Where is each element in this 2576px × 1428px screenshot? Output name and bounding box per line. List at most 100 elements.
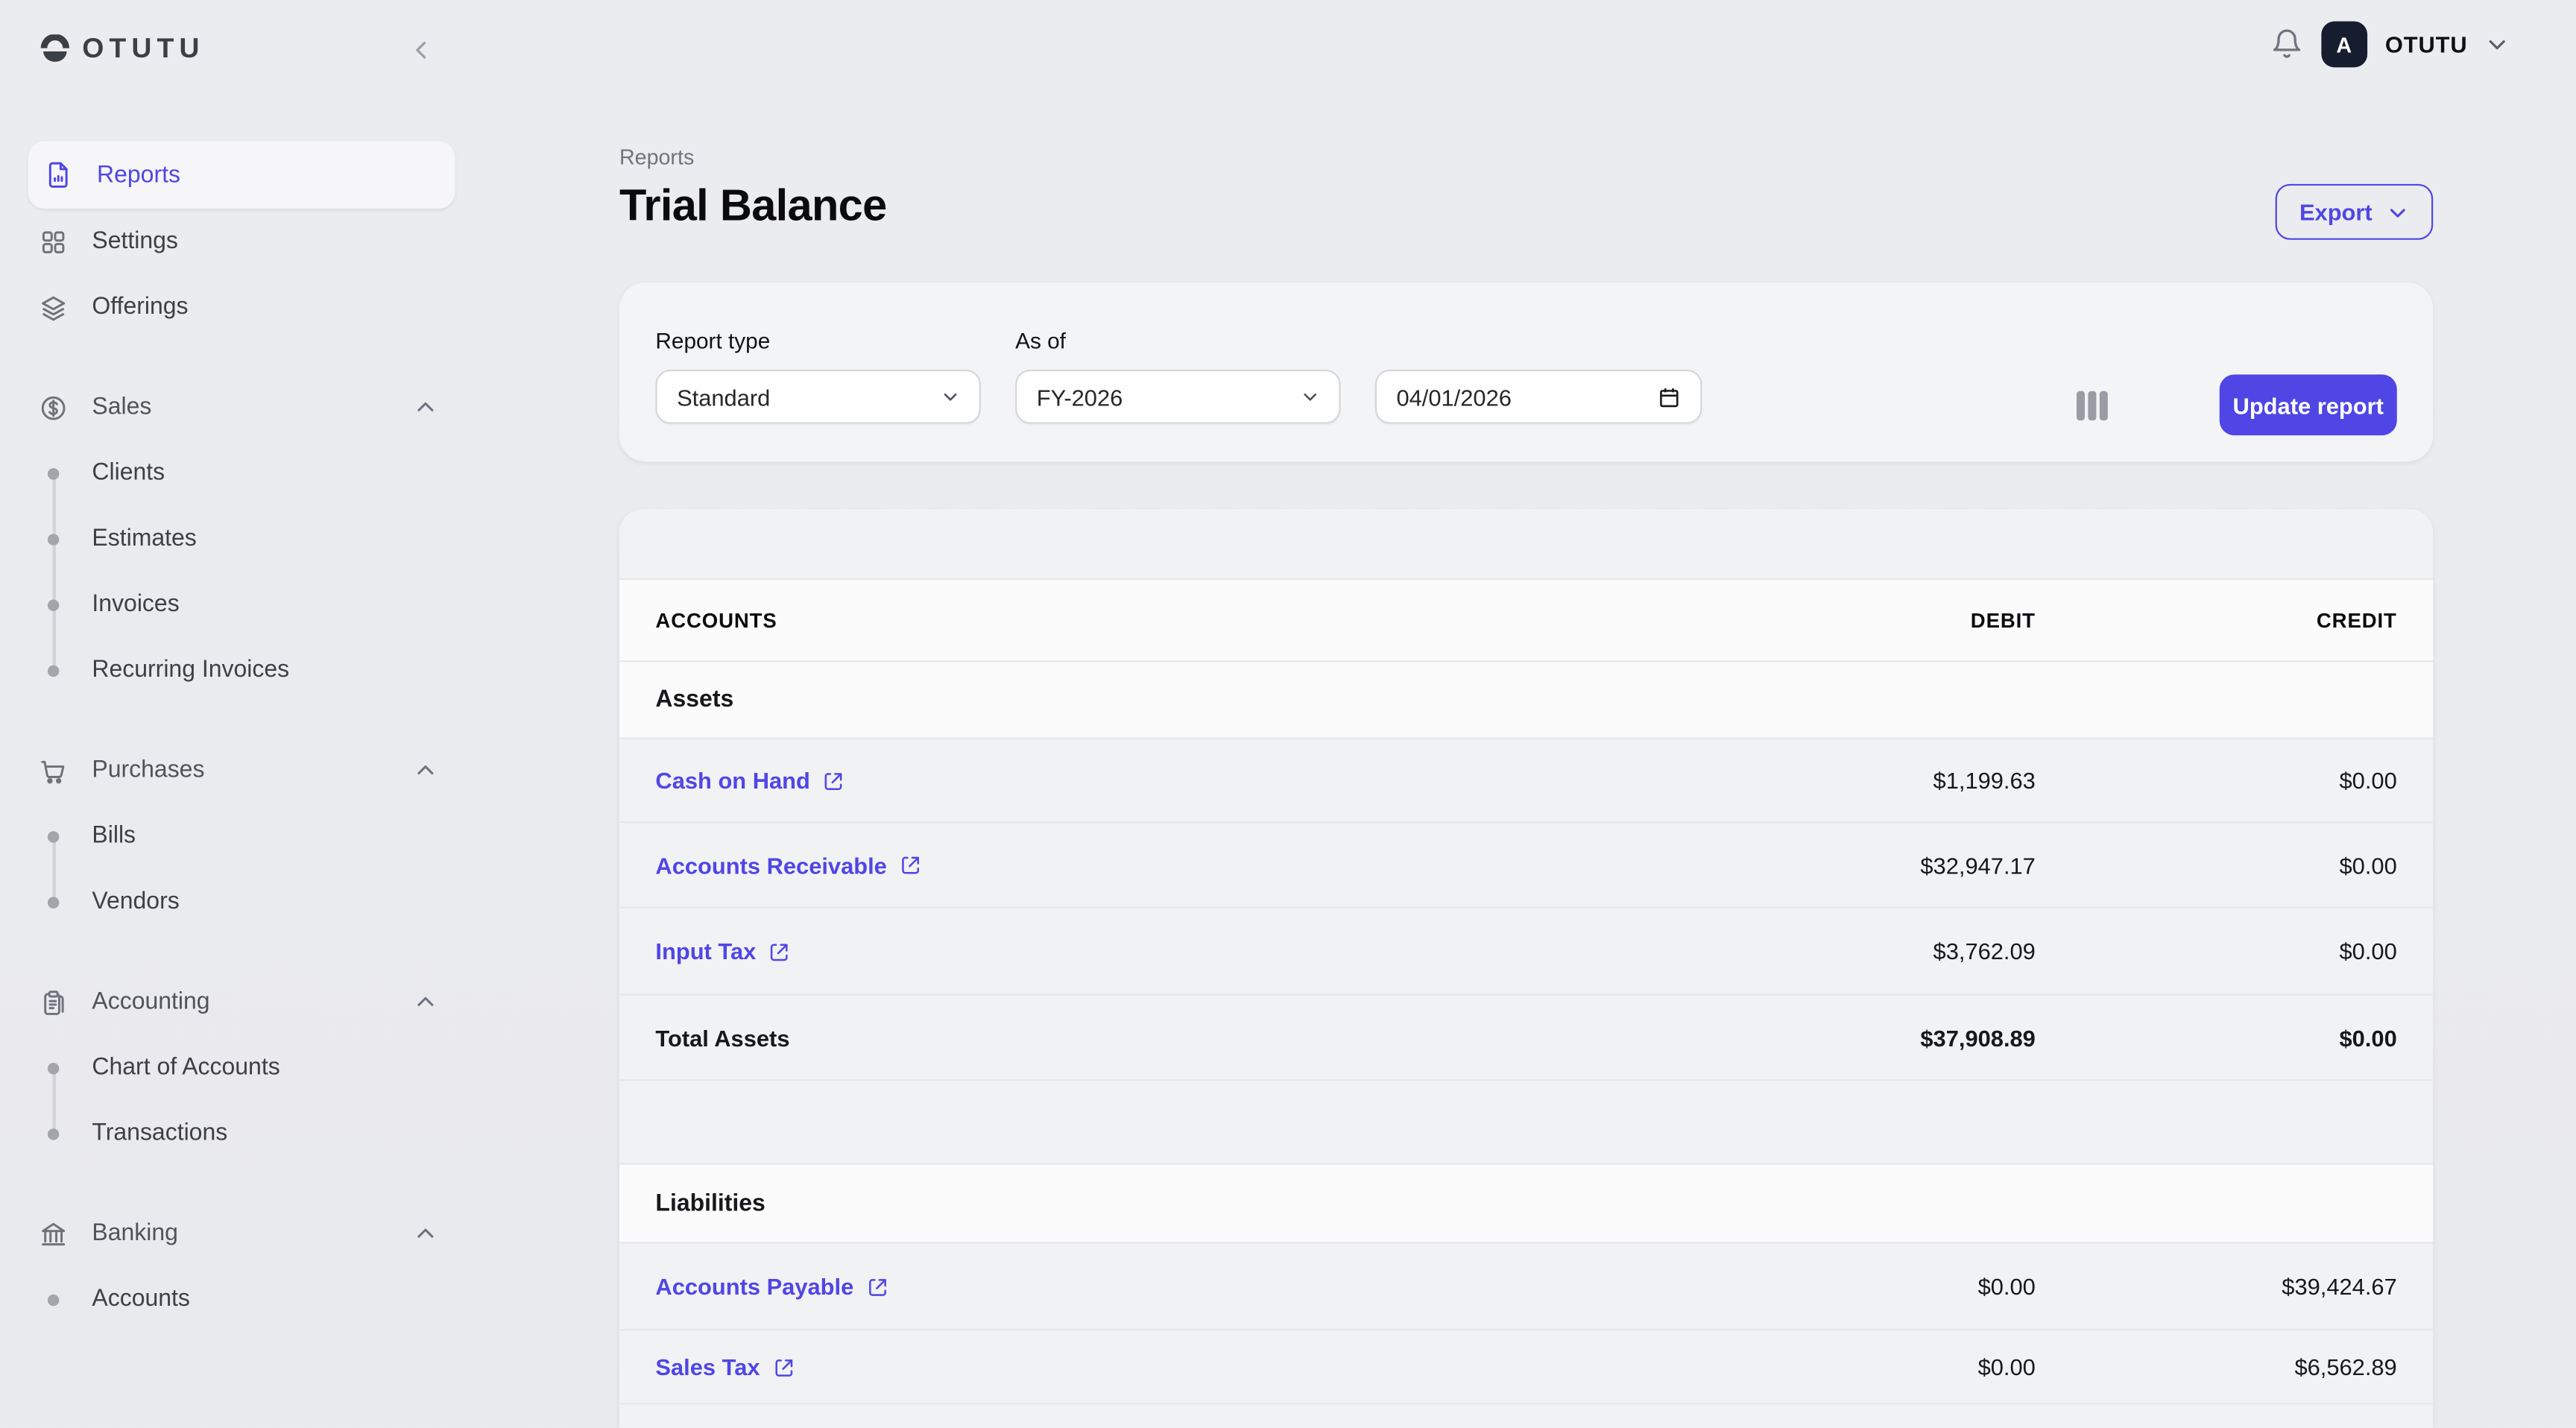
sidebar-item-label: Recurring Invoices [92, 657, 289, 683]
sidebar-subgroup-accounting: Chart of Accounts Transactions [0, 1035, 476, 1166]
sidebar-item-label: Accounts [92, 1286, 189, 1312]
bullet-dot-icon [48, 897, 59, 908]
bank-icon [40, 1220, 67, 1248]
debit-value: $0.00 [1641, 1353, 2036, 1380]
sidebar-item-label: Invoices [92, 591, 179, 617]
column-header-credit: CREDIT [2036, 609, 2397, 632]
credit-value: $0.00 [2036, 767, 2397, 793]
bullet-dot-icon [48, 599, 59, 610]
sidebar-item-settings[interactable]: Settings [0, 209, 476, 274]
sidebar-nav: Reports Settings Offerings Sales Clients Esti… [0, 142, 476, 1333]
table-row-accounts-payable: Accounts Payable$0.00$39,424.67 [619, 1242, 2433, 1329]
table-header-row: ACCOUNTS DEBIT CREDIT [619, 578, 2433, 660]
table-spacer-row [619, 1079, 2433, 1163]
table-body: AssetsCash on Hand$1,199.63$0.00 Accounts… [619, 660, 2433, 1428]
sidebar-item-transactions[interactable]: Transactions [0, 1101, 476, 1166]
export-button[interactable]: Export [2275, 184, 2433, 240]
sidebar-item-clients[interactable]: Clients [0, 440, 476, 506]
sidebar-item-banking[interactable]: Banking [0, 1201, 476, 1266]
trial-balance-table: ACCOUNTS DEBIT CREDIT AssetsCash on Hand… [619, 509, 2433, 1428]
sidebar-item-offerings[interactable]: Offerings [0, 274, 476, 340]
report-type-label: Report type [655, 329, 770, 353]
app-root: OTUTU A OTUTU Reports Settings Offerings Sa… [0, 0, 2576, 1428]
brand-logo-text: OTUTU [82, 33, 204, 66]
table-row-assets: Assets [619, 660, 2433, 738]
account-link[interactable]: Sales Tax [655, 1353, 794, 1380]
sidebar-collapse-button[interactable] [401, 30, 441, 69]
chevron-up-icon[interactable] [414, 759, 437, 782]
layers-icon [40, 293, 67, 320]
sidebar-item-label: Bills [92, 823, 136, 849]
sidebar-item-bills[interactable]: Bills [0, 803, 476, 869]
column-settings-button[interactable] [2075, 388, 2111, 423]
account-name: Input Tax [655, 938, 756, 964]
user-avatar[interactable]: A [2321, 22, 2367, 68]
columns-icon [2077, 391, 2109, 421]
user-name-label: OTUTU [2385, 31, 2468, 57]
credit-value: $0.00 [2036, 1024, 2397, 1050]
column-header-accounts: ACCOUNTS [655, 609, 1641, 632]
chevron-up-icon[interactable] [414, 1222, 437, 1245]
debit-value: $37,908.89 [1641, 1024, 2036, 1050]
breadcrumb: Reports [619, 145, 2433, 169]
sidebar-item-recurring-invoices[interactable]: Recurring Invoices [0, 637, 476, 703]
table-spacer-row [619, 1403, 2433, 1428]
account-link[interactable]: Input Tax [655, 938, 790, 964]
brand-logo-icon [40, 34, 71, 65]
sidebar-item-label: Reports [97, 162, 180, 188]
credit-value: $6,562.89 [2036, 1353, 2397, 1380]
sidebar-item-purchases[interactable]: Purchases [0, 738, 476, 803]
bullet-dot-icon [48, 1063, 59, 1074]
sidebar-item-label: Purchases [92, 757, 204, 783]
report-filter-card: Report type As of Standard FY-2026 04/01… [619, 282, 2433, 461]
credit-value: $39,424.67 [2036, 1273, 2397, 1299]
debit-value: $32,947.17 [1641, 852, 2036, 878]
sidebar-item-label: Clients [92, 460, 165, 486]
chevron-up-icon[interactable] [414, 396, 437, 419]
page-title: Trial Balance [619, 180, 2433, 231]
account-link[interactable]: Accounts Payable [655, 1273, 888, 1299]
as-of-label: As of [1015, 329, 1066, 353]
sidebar-subgroup-purchases: Bills Vendors [0, 803, 476, 935]
sidebar-item-invoices[interactable]: Invoices [0, 572, 476, 637]
debit-value: $3,762.09 [1641, 938, 2036, 964]
bullet-dot-icon [48, 666, 59, 677]
user-menu-chevron-down-icon[interactable] [2486, 33, 2509, 56]
sidebar-item-label: Estimates [92, 525, 196, 552]
report-type-select[interactable]: Standard [655, 370, 980, 424]
account-link[interactable]: Cash on Hand [655, 767, 845, 793]
account-link[interactable]: Accounts Receivable [655, 852, 921, 878]
sidebar-item-estimates[interactable]: Estimates [0, 506, 476, 572]
sidebar-item-label: Offerings [92, 294, 188, 320]
table-row-cash-on-hand: Cash on Hand$1,199.63$0.00 [619, 738, 2433, 821]
brand-logo: OTUTU [40, 33, 205, 66]
sidebar-item-label: Accounting [92, 989, 209, 1015]
as-of-date-input[interactable]: 04/01/2026 [1375, 370, 1702, 424]
sidebar-item-accounts[interactable]: Accounts [0, 1266, 476, 1332]
external-link-icon [867, 1275, 888, 1297]
sidebar-item-sales[interactable]: Sales [0, 375, 476, 440]
chevron-down-icon [1301, 388, 1319, 405]
cart-icon [40, 756, 67, 784]
update-report-button[interactable]: Update report [2220, 375, 2397, 436]
sidebar-item-reports[interactable]: Reports [28, 142, 455, 209]
sidebar-item-vendors[interactable]: Vendors [0, 869, 476, 935]
sidebar-item-accounting[interactable]: Accounting [0, 969, 476, 1034]
account-name: Sales Tax [655, 1353, 760, 1380]
sidebar-item-label: Chart of Accounts [92, 1055, 280, 1081]
sidebar-subgroup-banking: Accounts [0, 1266, 476, 1332]
sidebar-item-label: Vendors [92, 888, 179, 914]
bullet-dot-icon [48, 831, 59, 842]
bullet-dot-icon [48, 1128, 59, 1140]
table-row-accounts-receivable: Accounts Receivable$32,947.17$0.00 [619, 821, 2433, 907]
sidebar-item-label: Settings [92, 228, 178, 254]
chevron-up-icon[interactable] [414, 991, 437, 1014]
chevron-down-icon [2387, 201, 2409, 223]
fiscal-year-select[interactable]: FY-2026 [1015, 370, 1340, 424]
sidebar-item-chart-of-accounts[interactable]: Chart of Accounts [0, 1035, 476, 1101]
notifications-bell-icon[interactable] [2270, 28, 2303, 60]
calendar-icon[interactable] [1658, 385, 1681, 408]
table-toolbar-strip [619, 509, 2433, 578]
clipboard-icon [40, 988, 67, 1016]
dollar-icon [40, 394, 67, 421]
